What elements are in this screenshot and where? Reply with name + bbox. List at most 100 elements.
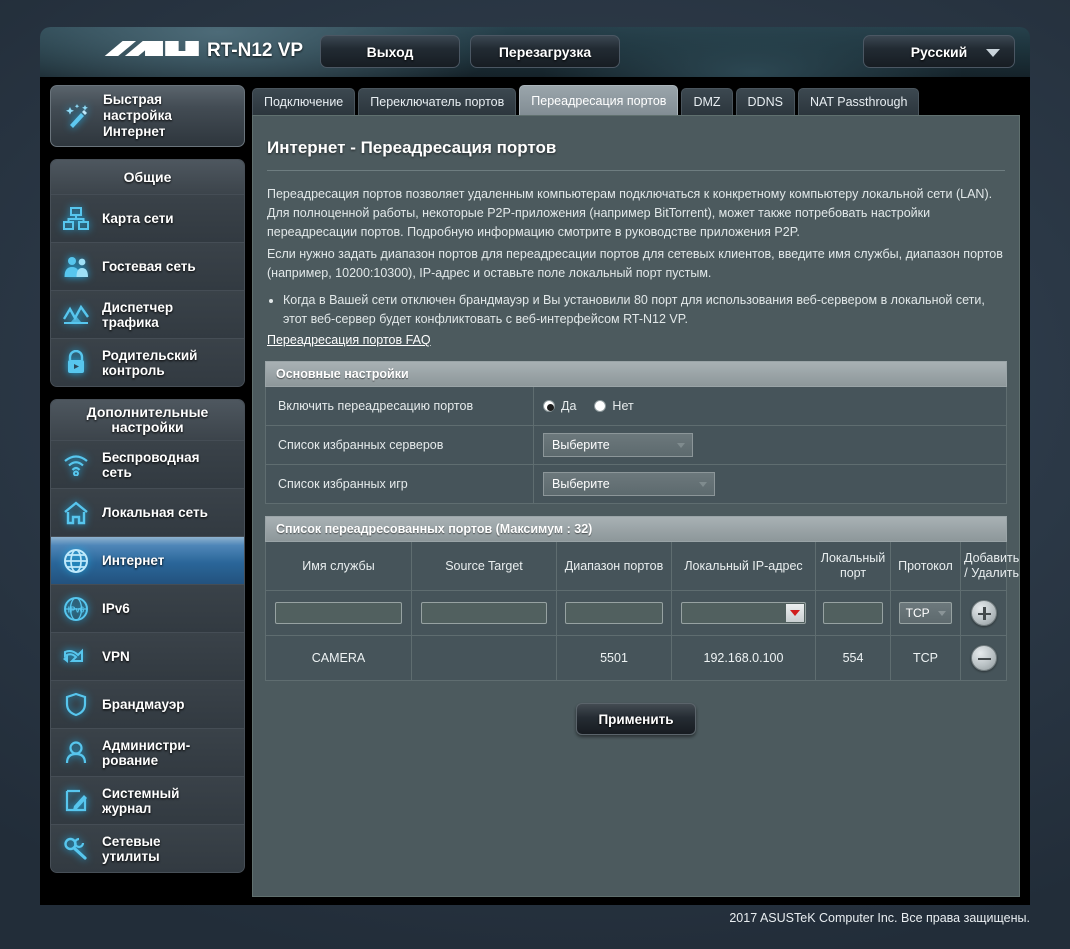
port-forward-table: Имя службы Source Target Диапазон портов…: [265, 542, 1019, 681]
globe-icon: [59, 548, 93, 574]
basic-settings-title: Основные настройки: [265, 361, 1007, 387]
port-forwarding-faq-link[interactable]: Переадресация портов FAQ: [267, 333, 431, 347]
chevron-down-icon: [986, 49, 1000, 57]
sidebar-item-firewall[interactable]: Брандмауэр: [51, 680, 244, 728]
tab-port-forwarding[interactable]: Переадресация портов: [519, 85, 679, 115]
sidebar-group-general: Общие Карта сети Гостевая сеть Диспетчер…: [50, 159, 245, 387]
sidebar-label: Карта сети: [102, 211, 174, 226]
chevron-down-icon: [677, 443, 685, 448]
reboot-button[interactable]: Перезагрузка: [470, 35, 620, 68]
input-local-port[interactable]: [822, 602, 884, 624]
sidebar-label: Системный журнал: [102, 785, 180, 816]
radio-no[interactable]: [594, 400, 607, 412]
input-protocol-select[interactable]: TCP: [898, 602, 953, 624]
qis-line-3: Интернет: [103, 124, 166, 139]
top-header-bar: RT-N12 VP Выход Перезагрузка Русский: [40, 27, 1030, 77]
sidebar-item-quick-setup[interactable]: Быстрая настройка Интернет: [50, 85, 245, 147]
famous-servers-value: Выберите: [552, 438, 610, 452]
chevron-down-icon: [699, 482, 707, 487]
tab-port-trigger[interactable]: Переключатель портов: [358, 88, 517, 115]
apply-button[interactable]: Применить: [576, 703, 696, 735]
parental-control-icon: [59, 350, 93, 375]
sidebar-label: Локальная сеть: [102, 505, 208, 520]
input-protocol-value: TCP: [905, 606, 930, 620]
language-selector[interactable]: Русский: [863, 35, 1015, 68]
sidebar-item-network-map[interactable]: Карта сети: [51, 194, 244, 242]
asus-logo-svg: [104, 41, 199, 56]
famous-games-row: Список избранных игр Выберите: [265, 465, 1007, 504]
dropdown-arrow-icon: [785, 604, 804, 622]
desc-paragraph-1: Переадресация портов позволяет удаленным…: [267, 187, 993, 239]
sidebar-label: Администри-рование: [102, 737, 191, 768]
cell-port-range: 5501: [557, 636, 672, 680]
tab-nat-passthrough[interactable]: NAT Passthrough: [797, 88, 920, 115]
shield-icon: [59, 692, 93, 717]
th-add-delete: Добавить / Удалить: [961, 542, 1019, 590]
log-icon: [59, 788, 93, 813]
sidebar-item-network-tools[interactable]: Сетевые утилиты: [51, 824, 244, 872]
famous-games-select[interactable]: Выберите: [543, 472, 715, 496]
famous-servers-select[interactable]: Выберите: [543, 433, 693, 457]
sidebar-label: Интернет: [102, 553, 165, 568]
magic-wand-icon: [61, 103, 95, 129]
asus-logo: [102, 38, 205, 67]
user-icon: [59, 740, 93, 765]
chevron-down-icon: [938, 611, 947, 616]
page-description: Переадресация портов позволяет удаленным…: [253, 185, 1019, 329]
quick-setup-label: Быстрая настройка Интернет: [103, 92, 172, 140]
port-forward-list-section: Список переадресованных портов (Максимум…: [265, 516, 1019, 735]
th-local-ip: Локальный IP-адрес: [672, 542, 816, 590]
input-local-ip-dropdown[interactable]: [681, 602, 806, 624]
input-port-range[interactable]: [565, 602, 663, 624]
sidebar-label: Сетевые утилиты: [102, 833, 161, 864]
content-panel: Интернет - Переадресация портов Переадре…: [252, 115, 1020, 897]
sidebar-label: IPv6: [102, 601, 130, 616]
th-port-range: Диапазон портов: [557, 542, 672, 590]
enable-forwarding-label: Включить переадресацию портов: [266, 387, 534, 425]
input-source-target[interactable]: [421, 602, 547, 624]
language-label: Русский: [910, 43, 968, 60]
table-row: CAMERA 5501 192.168.0.100 554 TCP: [266, 635, 1006, 680]
sidebar-item-internet[interactable]: Интернет: [51, 536, 244, 584]
famous-games-label: Список избранных игр: [266, 465, 534, 503]
famous-servers-label: Список избранных серверов: [266, 426, 534, 464]
desc-bullet-1: Когда в Вашей сети отключен брандмауэр и…: [283, 291, 1003, 329]
th-local-port-l1: Локальный: [820, 551, 886, 565]
sidebar-item-parental-control[interactable]: Родительский контроль: [51, 338, 244, 386]
add-rule-button[interactable]: [970, 600, 997, 626]
famous-servers-row: Список избранных серверов Выберите: [265, 426, 1007, 465]
sidebar-item-system-log[interactable]: Системный журнал: [51, 776, 244, 824]
basic-settings-section: Основные настройки Включить переадресаци…: [265, 361, 1007, 504]
sidebar-item-traffic-manager[interactable]: Диспетчер трафика: [51, 290, 244, 338]
tab-dmz[interactable]: DMZ: [681, 88, 733, 115]
tab-ddns[interactable]: DDNS: [735, 88, 795, 115]
guest-network-icon: [59, 255, 93, 279]
tools-icon: [59, 836, 93, 861]
ipv6-icon: IPv6: [59, 596, 93, 622]
delete-rule-button[interactable]: [970, 645, 997, 671]
th-local-port: Локальный порт: [816, 542, 891, 590]
sidebar-label: Родительский контроль: [102, 347, 198, 378]
qis-line-2: настройка: [103, 108, 172, 123]
table-header-row: Имя службы Source Target Диапазон портов…: [266, 542, 1019, 590]
radio-yes[interactable]: [543, 400, 555, 412]
sidebar-item-administration[interactable]: Администри-рование: [51, 728, 244, 776]
input-service-name[interactable]: [275, 602, 402, 624]
apply-button-wrapper: Применить: [265, 703, 1007, 735]
sidebar-label: Брандмауэр: [102, 697, 185, 712]
sidebar-label: Диспетчер трафика: [102, 299, 174, 330]
sidebar-item-guest-network[interactable]: Гостевая сеть: [51, 242, 244, 290]
th-add-l2: / Удалить: [964, 566, 1019, 580]
sidebar-item-vpn[interactable]: VPN: [51, 632, 244, 680]
sidebar-group-advanced: Дополнительные настройки Беспроводная сеть: [50, 399, 245, 873]
logout-button[interactable]: Выход: [320, 35, 460, 68]
desc-paragraph-2: Если нужно задать диапазон портов для пе…: [267, 247, 1003, 280]
traffic-manager-icon: [59, 304, 93, 326]
sidebar-item-lan[interactable]: Локальная сеть: [51, 488, 244, 536]
sidebar-item-wireless[interactable]: Беспроводная сеть: [51, 440, 244, 488]
sidebar-item-ipv6[interactable]: IPv6 IPv6: [51, 584, 244, 632]
network-map-icon: [59, 206, 93, 231]
famous-games-value: Выберите: [552, 477, 610, 491]
th-service-name: Имя службы: [266, 542, 412, 590]
tab-connection[interactable]: Подключение: [252, 88, 356, 115]
